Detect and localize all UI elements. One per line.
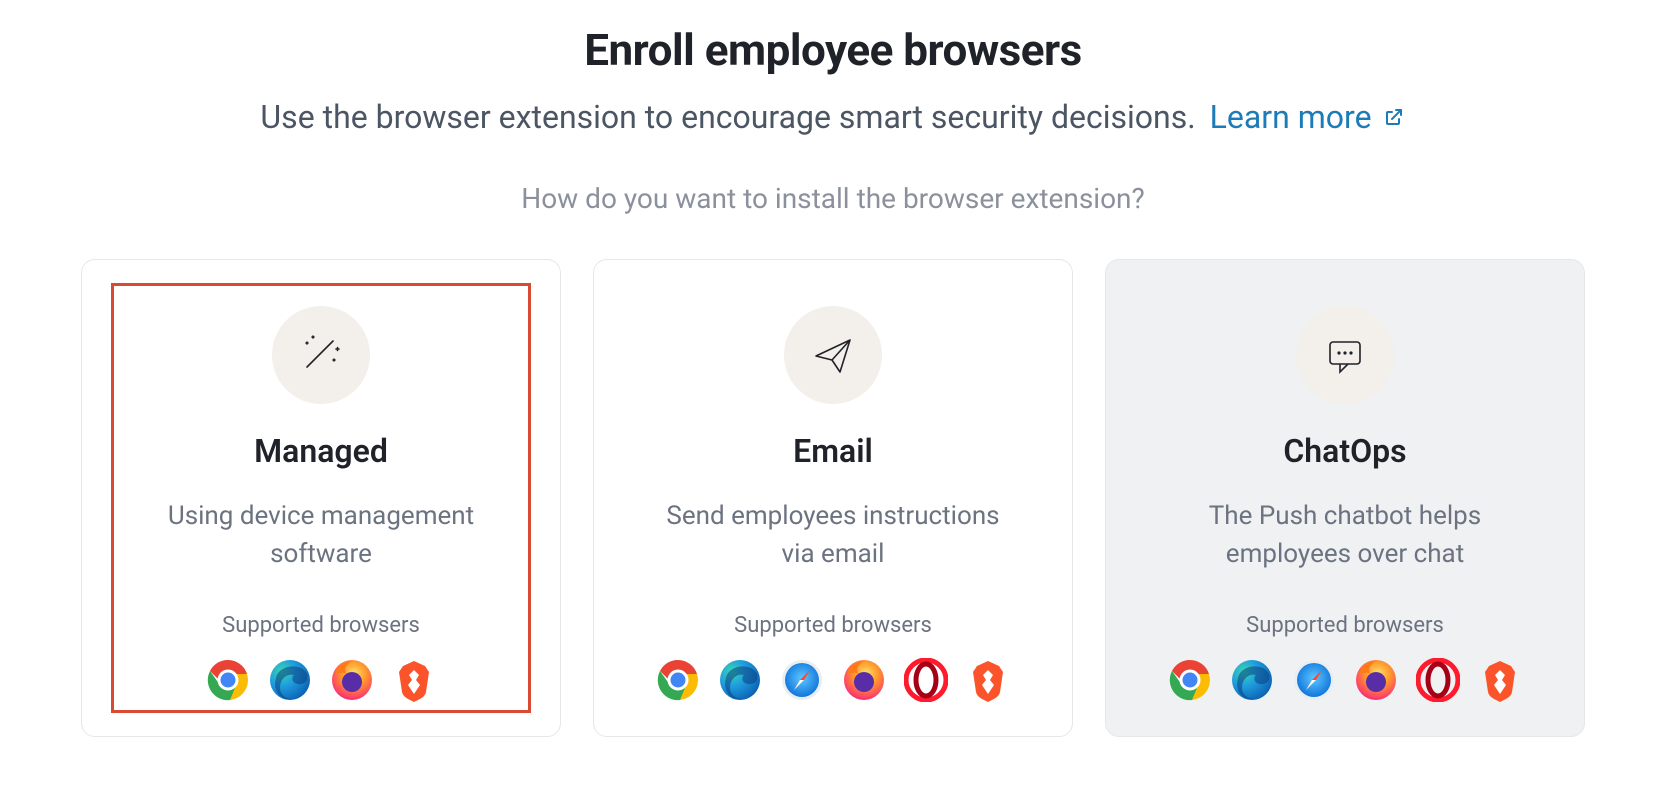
chat-icon	[1322, 332, 1368, 378]
install-prompt: How do you want to install the browser e…	[60, 182, 1606, 215]
option-card-email[interactable]: Email Send employees instructions via em…	[593, 259, 1073, 737]
email-icon-circle	[784, 306, 882, 404]
page-title: Enroll employee browsers	[60, 24, 1606, 76]
chatops-description: The Push chatbot helps employees over ch…	[1165, 498, 1525, 573]
paper-plane-icon	[810, 332, 856, 378]
managed-title: Managed	[254, 432, 388, 470]
chrome-icon	[1168, 658, 1212, 702]
firefox-icon	[1354, 658, 1398, 702]
chatops-supported-label: Supported browsers	[1246, 613, 1444, 638]
email-browser-row	[656, 658, 1010, 702]
edge-icon	[268, 658, 312, 702]
email-title: Email	[793, 432, 873, 470]
email-supported-label: Supported browsers	[734, 613, 932, 638]
chatops-icon-circle	[1296, 306, 1394, 404]
opera-icon	[1416, 658, 1460, 702]
firefox-icon	[330, 658, 374, 702]
managed-description: Using device management software	[141, 498, 501, 573]
learn-more-link[interactable]: Learn more	[1210, 98, 1406, 136]
external-link-icon	[1382, 105, 1406, 129]
chrome-icon	[206, 658, 250, 702]
wand-icon	[298, 332, 344, 378]
brave-icon	[966, 658, 1010, 702]
brave-icon	[392, 658, 436, 702]
option-card-chatops[interactable]: ChatOps The Push chatbot helps employees…	[1105, 259, 1585, 737]
learn-more-label: Learn more	[1210, 98, 1372, 136]
chrome-icon	[656, 658, 700, 702]
managed-browser-row	[206, 658, 436, 702]
managed-supported-label: Supported browsers	[222, 613, 420, 638]
firefox-icon	[842, 658, 886, 702]
install-options: Managed Using device management software…	[60, 259, 1606, 737]
safari-icon	[1292, 658, 1336, 702]
opera-icon	[904, 658, 948, 702]
page-subtitle: Use the browser extension to encourage s…	[260, 98, 1195, 136]
safari-icon	[780, 658, 824, 702]
brave-icon	[1478, 658, 1522, 702]
edge-icon	[718, 658, 762, 702]
email-description: Send employees instructions via email	[653, 498, 1013, 573]
option-card-managed[interactable]: Managed Using device management software…	[81, 259, 561, 737]
managed-icon-circle	[272, 306, 370, 404]
chatops-browser-row	[1168, 658, 1522, 702]
edge-icon	[1230, 658, 1274, 702]
chatops-title: ChatOps	[1283, 432, 1406, 470]
